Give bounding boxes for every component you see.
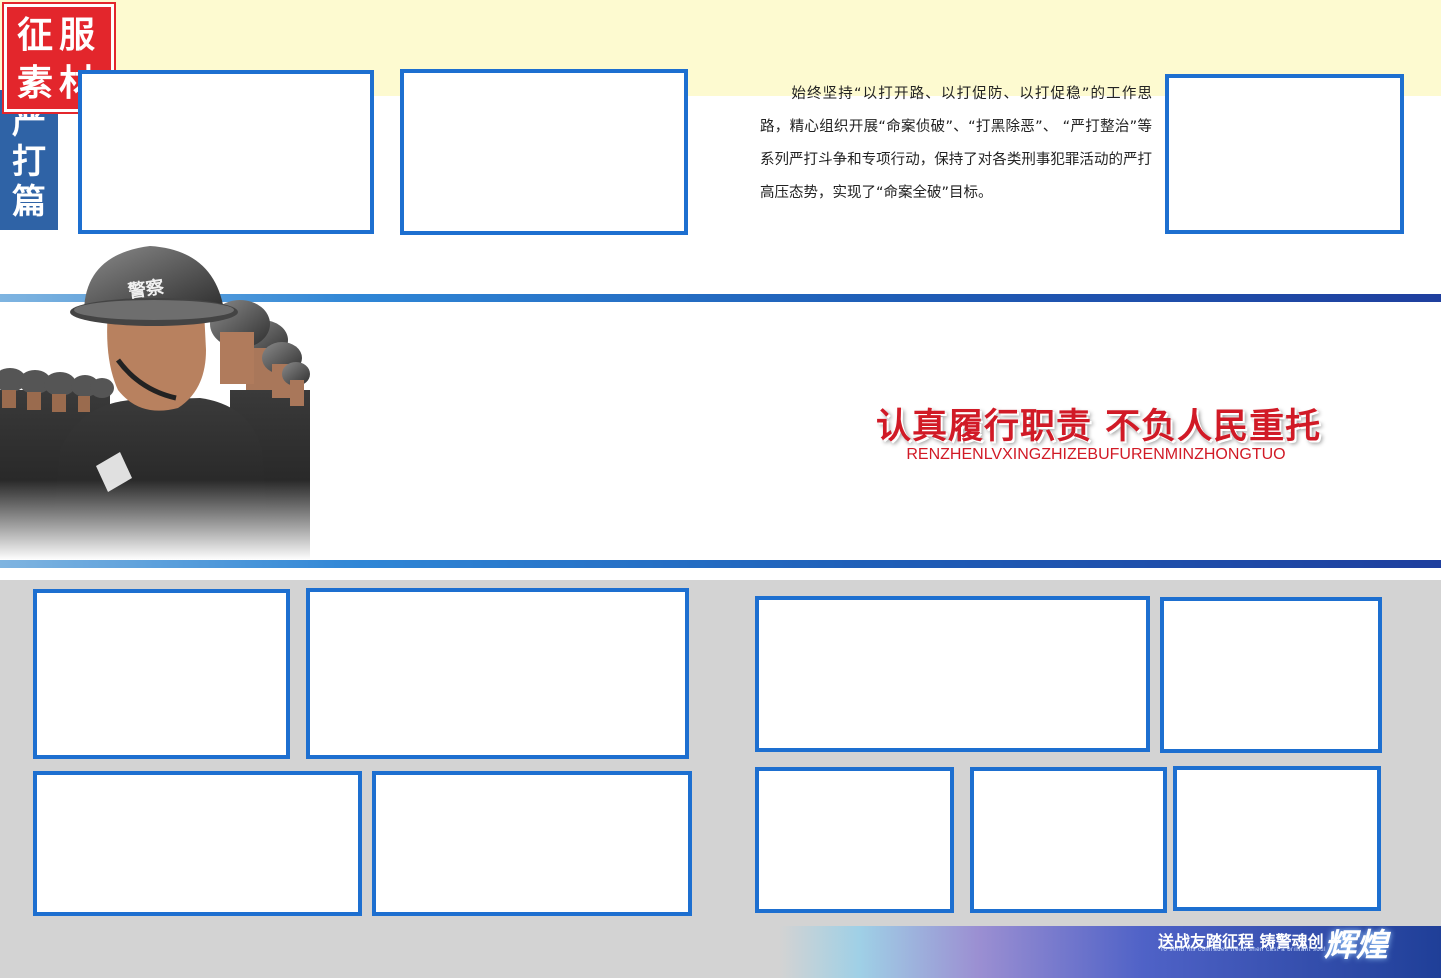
photo-frame	[755, 767, 954, 913]
footer-subtitle: To send his comrades tread shen cast a b…	[1160, 947, 1326, 953]
photo-frame	[1160, 597, 1382, 753]
slogan-pinyin: RENZHENLVXINGZHIZEBUFURENMINZHONGTUO	[906, 446, 1286, 463]
photo-frame	[400, 69, 688, 235]
intro-paragraph: 始终坚持“以打开路、以打促防、以打促稳”的工作思路，精心组织开展“命案侦破”、“…	[760, 86, 1152, 201]
police-officers-illustration: 警察	[0, 240, 330, 560]
photo-frame	[970, 767, 1167, 913]
logo-line-1: 征服	[16, 15, 101, 56]
photo-frame	[33, 589, 290, 759]
photo-frame	[78, 70, 374, 234]
photo-frame	[372, 771, 692, 916]
section-tab-char: 篇	[12, 182, 46, 222]
photo-frame	[33, 771, 362, 916]
slogan-title: 认真履行职责 不负人民重托	[876, 407, 1322, 447]
photo-frame	[755, 596, 1150, 752]
footer-script-text: 辉煌	[1324, 926, 1389, 964]
blue-stripe-bottom	[0, 560, 1441, 568]
photo-frame	[1165, 74, 1404, 234]
photo-frame	[306, 588, 689, 759]
photo-frame	[1173, 766, 1381, 911]
